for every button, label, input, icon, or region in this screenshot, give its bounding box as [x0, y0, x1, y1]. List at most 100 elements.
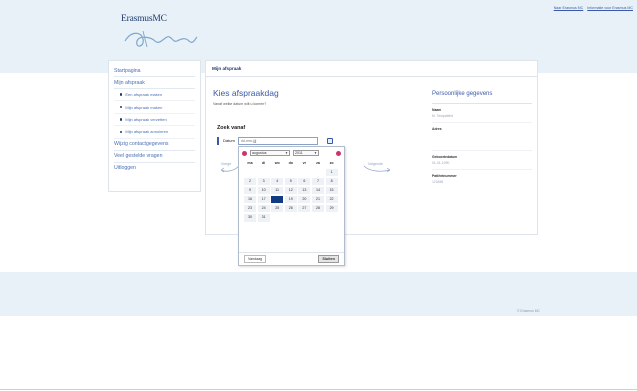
- field-label: Geboortedatum: [432, 155, 458, 159]
- calendar-day[interactable]: 17: [257, 195, 270, 204]
- calendar-day[interactable]: 16: [244, 195, 256, 204]
- next-month-icon[interactable]: [336, 150, 341, 156]
- sidebar-item-startpagina[interactable]: Startpagina: [114, 65, 195, 77]
- chevron-down-icon: ▼: [285, 151, 288, 155]
- prev-month-icon[interactable]: [242, 150, 247, 156]
- sidebar-subitem-verzetten[interactable]: Mijn afspraak verzetten: [114, 114, 195, 127]
- bullet-icon: [120, 130, 123, 133]
- breadcrumb: Mijn afspraak: [206, 61, 537, 77]
- page: Naar Erasmus MC Informatie voor Erasmus …: [0, 0, 637, 391]
- arrow-right-icon: [363, 165, 391, 173]
- calendar-day[interactable]: 10: [257, 186, 270, 195]
- bullet-icon: [120, 105, 123, 109]
- personal-details: Persoonlijke gegevens Naam M. Testpatiën…: [432, 84, 532, 188]
- calendar-day[interactable]: 29: [325, 204, 338, 213]
- calendar-day[interactable]: 19: [284, 195, 297, 204]
- sidebar-item-faq[interactable]: Veel gestelde vragen: [114, 151, 195, 163]
- field-value: 01-01-1990: [432, 161, 450, 165]
- calendar-icon[interactable]: [327, 138, 333, 144]
- today-button[interactable]: Vandaag: [244, 255, 267, 263]
- calendar-day[interactable]: 26: [284, 204, 297, 213]
- weekday-header: do: [288, 161, 293, 165]
- datepicker-footer: Vandaag Sluiten: [239, 252, 344, 265]
- top-link-erasmus[interactable]: Naar Erasmus MC: [554, 6, 584, 10]
- top-link-info[interactable]: Informatie voor Erasmus MC: [587, 6, 633, 10]
- calendar-empty-cell: [271, 169, 283, 177]
- calendar-day[interactable]: 30: [244, 214, 256, 222]
- calendar-empty-cell: [285, 169, 297, 177]
- year-select-value: 2011: [295, 151, 303, 155]
- calendar-day[interactable]: 24: [257, 204, 270, 213]
- calendar-day[interactable]: 5: [284, 177, 297, 186]
- bullet-icon: [120, 93, 123, 96]
- weekday-header: ma: [247, 161, 253, 165]
- sidebar-item-uitloggen[interactable]: Uitloggen: [114, 163, 195, 174]
- calendar-empty-cell: [298, 169, 310, 177]
- copyright: © Erasmus MC: [516, 309, 540, 313]
- calendar-day[interactable]: 4: [271, 177, 284, 186]
- calendar-day[interactable]: 22: [325, 195, 338, 204]
- calendar-day[interactable]: 23: [244, 204, 256, 213]
- sidebar-subitem-label: Mijn afspraak annuleren: [125, 129, 169, 135]
- next-link[interactable]: Volgende: [362, 162, 392, 174]
- calendar-day[interactable]: 21: [311, 195, 324, 204]
- datepicker-grid: ma di wo do vr za zo 1 2 3 4 5 6 7 8 9 10 11 12 13 14…: [239, 160, 344, 222]
- calendar-day[interactable]: 20: [298, 195, 311, 204]
- year-select[interactable]: 2011 ▼: [293, 150, 319, 156]
- calendar-empty-cell: [244, 169, 256, 177]
- sidebar-item-mijn-afspraak[interactable]: Mijn afspraak: [114, 77, 195, 89]
- calendar-day[interactable]: 8: [325, 177, 338, 186]
- sidebar-subitem-label: Een afspraak maken: [125, 92, 163, 98]
- calendar-day[interactable]: 11: [271, 186, 284, 195]
- logo-script-icon: [124, 30, 198, 48]
- chevron-down-icon: ▼: [314, 151, 317, 155]
- calendar-day[interactable]: 3: [257, 177, 270, 186]
- date-row: Datum: [217, 137, 318, 145]
- month-select[interactable]: augustus ▼: [250, 150, 290, 156]
- logo[interactable]: ErasmusMC: [121, 14, 201, 54]
- sidebar-subitem-maken[interactable]: Een afspraak maken: [114, 89, 195, 102]
- calendar-empty-cell: [258, 169, 270, 177]
- datepicker-header: augustus ▼ 2011 ▼: [239, 147, 344, 159]
- calendar-day[interactable]: 14: [311, 186, 324, 195]
- next-label: Volgende: [368, 162, 383, 166]
- field-label: Naam: [432, 108, 442, 112]
- calendar-day[interactable]: 12: [284, 186, 297, 195]
- previous-label: Vorige: [221, 162, 232, 166]
- calendar-day[interactable]: 9: [244, 186, 256, 195]
- calendar-day[interactable]: 13: [298, 186, 311, 195]
- calendar-day[interactable]: 15: [325, 186, 338, 195]
- sidebar-subitem-mijn-maken[interactable]: Mijn afspraak maken: [114, 101, 195, 114]
- calendar-day[interactable]: 7: [311, 177, 324, 186]
- page-title: Kies afspraakdag: [213, 88, 279, 98]
- calendar-day[interactable]: 25: [271, 204, 284, 213]
- sidebar-item-contactgegevens[interactable]: Wijzig contactgegevens: [114, 139, 195, 151]
- calendar-day[interactable]: 1: [325, 168, 338, 177]
- date-input[interactable]: [237, 137, 318, 145]
- sidebar: Startpagina Mijn afspraak Een afspraak m…: [108, 60, 201, 192]
- calendar-day[interactable]: 28: [311, 204, 324, 213]
- field-value: 123456: [432, 180, 444, 184]
- field-label: Adres: [432, 127, 442, 131]
- calendar-day[interactable]: 6: [298, 177, 311, 186]
- weekday-header: vr: [302, 161, 307, 165]
- calendar-day-selected[interactable]: 18: [271, 195, 284, 204]
- sidebar-subitem-label: Mijn afspraak verzetten: [125, 116, 167, 122]
- sidebar-subitem-annuleren[interactable]: Mijn afspraak annuleren: [114, 126, 195, 139]
- calendar-day[interactable]: 27: [298, 204, 311, 213]
- calendar-empty-cell: [312, 169, 324, 177]
- top-links: Naar Erasmus MC Informatie voor Erasmus …: [554, 6, 633, 10]
- close-button[interactable]: Sluiten: [318, 254, 339, 264]
- logo-text: ErasmusMC: [121, 14, 167, 24]
- calendar-day[interactable]: 31: [257, 214, 270, 222]
- personal-details-title: Persoonlijke gegevens: [432, 91, 532, 104]
- month-select-value: augustus: [252, 151, 267, 155]
- field-geboortedatum: Geboortedatum 01-01-1990: [432, 151, 532, 170]
- weekday-header: za: [316, 161, 320, 165]
- weekday-header: wo: [274, 161, 280, 165]
- weekday-header: zo: [329, 161, 334, 165]
- date-label: Datum: [223, 138, 235, 144]
- divider: [0, 389, 637, 390]
- weekday-header: di: [261, 161, 266, 165]
- calendar-day[interactable]: 2: [244, 177, 256, 186]
